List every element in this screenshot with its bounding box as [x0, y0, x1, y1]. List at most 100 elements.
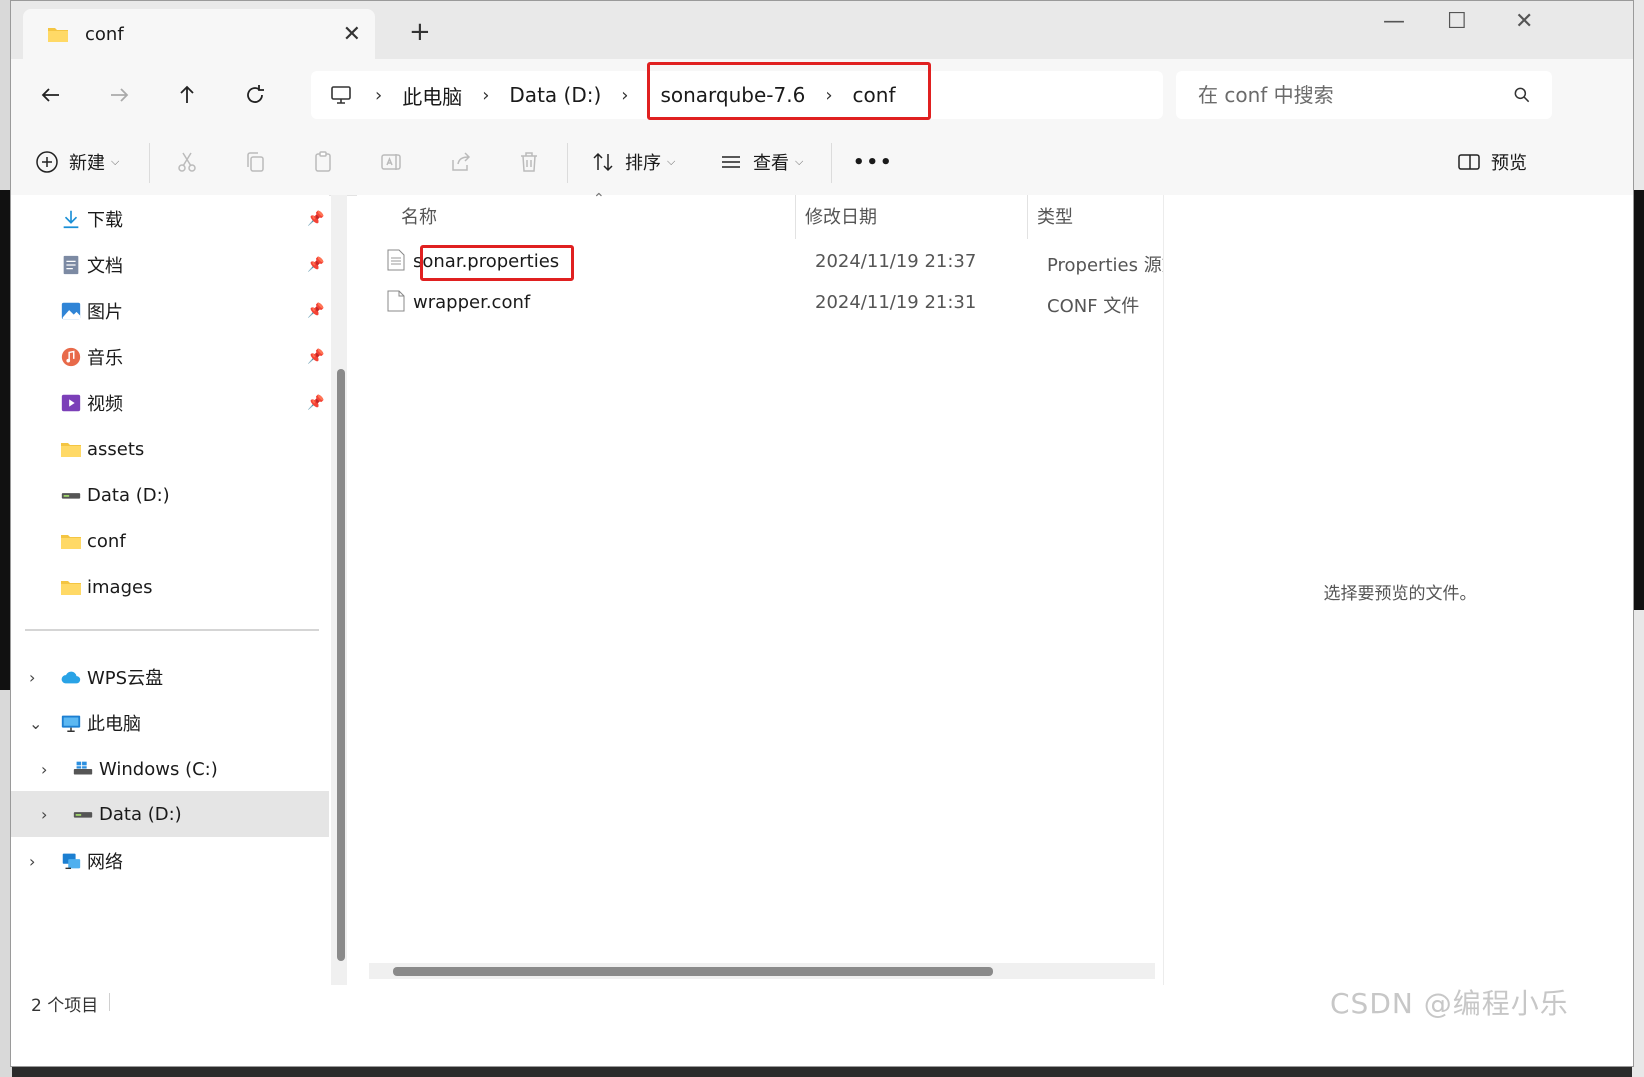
minimize-button[interactable]: — [1383, 9, 1405, 34]
file-date: 2024/11/19 21:37 [815, 251, 977, 272]
sidebar-item-downloads[interactable]: 下载 📌 [11, 197, 329, 241]
new-button[interactable]: 新建 ⌵ [35, 143, 119, 181]
breadcrumb-data-d[interactable]: Data (D:) [509, 83, 601, 107]
back-button[interactable] [33, 77, 69, 113]
search-input[interactable] [1196, 82, 1512, 108]
sidebar-item-label: conf [87, 530, 126, 552]
toolbar-divider [567, 143, 568, 183]
up-button[interactable] [169, 77, 205, 113]
refresh-icon [247, 85, 264, 103]
view-button[interactable]: 查看 ⌵ [719, 143, 803, 181]
breadcrumb-separator[interactable]: › [621, 85, 628, 106]
chevron-down-icon: ⌵ [667, 155, 676, 168]
search-icon[interactable] [1512, 85, 1532, 105]
sort-button[interactable]: 排序 ⌵ [591, 143, 675, 181]
folder-icon [59, 575, 83, 599]
text-file-icon [387, 249, 405, 271]
drive-icon [59, 483, 83, 507]
chevron-right-icon[interactable]: › [41, 760, 47, 779]
sort-ascending-icon: ⌃ [593, 191, 605, 207]
sidebar-item-videos[interactable]: 视频 📌 [11, 381, 329, 425]
chevron-right-icon[interactable]: › [29, 852, 35, 871]
column-header-type[interactable]: 类型 [1037, 203, 1073, 229]
pin-icon[interactable]: 📌 [307, 211, 324, 227]
pin-icon[interactable]: 📌 [307, 257, 324, 273]
sidebar-item-network[interactable]: › 网络 [11, 839, 329, 883]
toolbar-divider [149, 143, 150, 183]
paste-button[interactable] [311, 143, 335, 181]
refresh-button[interactable] [237, 77, 273, 113]
delete-button[interactable] [517, 143, 541, 181]
sidebar-divider [25, 629, 319, 631]
sidebar-item-windows-c[interactable]: › Windows (C:) [11, 747, 329, 791]
breadcrumb-this-pc[interactable]: 此电脑 [402, 81, 462, 110]
sidebar-item-pictures[interactable]: 图片 📌 [11, 289, 329, 333]
file-row[interactable]: wrapper.conf 2024/11/19 21:31 CONF 文件 [377, 282, 1163, 322]
network-icon [59, 849, 83, 873]
cloud-icon [59, 665, 83, 689]
item-count: 2 个项目 [31, 996, 99, 1016]
document-icon [59, 253, 83, 277]
chevron-right-icon[interactable]: › [29, 668, 35, 687]
close-window-button[interactable]: ✕ [1515, 9, 1533, 34]
video-icon [59, 391, 83, 415]
up-arrow-icon [180, 85, 194, 103]
close-tab-icon[interactable]: ✕ [343, 22, 361, 47]
sidebar-item-images[interactable]: images [11, 565, 329, 609]
sidebar-scrollbar-thumb[interactable] [337, 369, 345, 961]
forward-button[interactable] [101, 77, 137, 113]
sort-icon [593, 152, 613, 172]
column-divider[interactable] [795, 195, 796, 239]
blank-file-icon [387, 290, 405, 312]
computer-icon [59, 711, 83, 735]
breadcrumb-separator[interactable]: › [482, 85, 489, 106]
maximize-button[interactable]: ☐ [1447, 9, 1467, 34]
chevron-right-icon[interactable]: › [41, 805, 47, 824]
sidebar-item-data-d[interactable]: Data (D:) [11, 473, 329, 517]
share-button[interactable] [449, 143, 473, 181]
file-type: CONF 文件 [1047, 296, 1140, 317]
preview-label: 预览 [1491, 153, 1527, 174]
copy-button[interactable] [243, 143, 267, 181]
file-list-scrollbar[interactable] [369, 963, 1155, 979]
sidebar-item-assets[interactable]: assets [11, 427, 329, 471]
sidebar-item-wps-cloud[interactable]: › WPS云盘 [11, 655, 329, 699]
sidebar-item-label: 图片 [87, 302, 123, 323]
view-list-icon [722, 156, 740, 168]
sidebar-item-music[interactable]: 音乐 📌 [11, 335, 329, 379]
pin-icon[interactable]: 📌 [307, 349, 324, 365]
sidebar-item-this-pc[interactable]: ⌄ 此电脑 [11, 701, 329, 745]
column-header-name[interactable]: 名称 [401, 203, 437, 229]
address-highlight-box [647, 62, 931, 120]
pin-icon[interactable]: 📌 [307, 395, 324, 411]
tab-conf[interactable]: conf ✕ [23, 9, 375, 59]
tab-title: conf [85, 23, 124, 45]
sidebar-item-label: WPS云盘 [87, 668, 164, 689]
sidebar-item-conf[interactable]: conf [11, 519, 329, 563]
sidebar-item-data-d-tree[interactable]: › Data (D:) [11, 791, 329, 837]
column-divider[interactable] [1027, 195, 1028, 239]
file-list-scrollbar-thumb[interactable] [393, 967, 993, 976]
column-header-date[interactable]: 修改日期 [805, 203, 877, 229]
command-bar: 新建 ⌵ 排序 ⌵ 查看 ⌵ ••• 预览 [11, 129, 1633, 196]
new-tab-button[interactable]: + [409, 19, 431, 45]
chevron-down-icon[interactable]: ⌄ [29, 714, 42, 733]
file-name[interactable]: wrapper.conf [413, 292, 530, 313]
breadcrumb-separator[interactable]: › [375, 85, 382, 106]
search-box[interactable] [1176, 71, 1552, 119]
sidebar-item-documents[interactable]: 文档 📌 [11, 243, 329, 287]
sidebar-item-label: 文档 [87, 256, 123, 277]
preview-toggle-button[interactable]: 预览 [1457, 143, 1527, 181]
toolbar-divider [831, 143, 832, 183]
file-list: ⌃ 名称 修改日期 类型 sonar.properties 2024/11/19… [357, 191, 1171, 985]
rename-button[interactable] [379, 143, 403, 181]
pin-icon[interactable]: 📌 [307, 303, 324, 319]
cut-button[interactable] [175, 143, 199, 181]
trash-icon [521, 152, 537, 172]
clipboard-icon [315, 151, 331, 172]
sidebar-item-label: Data (D:) [87, 484, 170, 506]
sidebar-item-label: images [87, 576, 153, 598]
more-options-button[interactable]: ••• [853, 143, 894, 181]
scissors-icon [178, 152, 196, 172]
file-date: 2024/11/19 21:31 [815, 292, 977, 313]
